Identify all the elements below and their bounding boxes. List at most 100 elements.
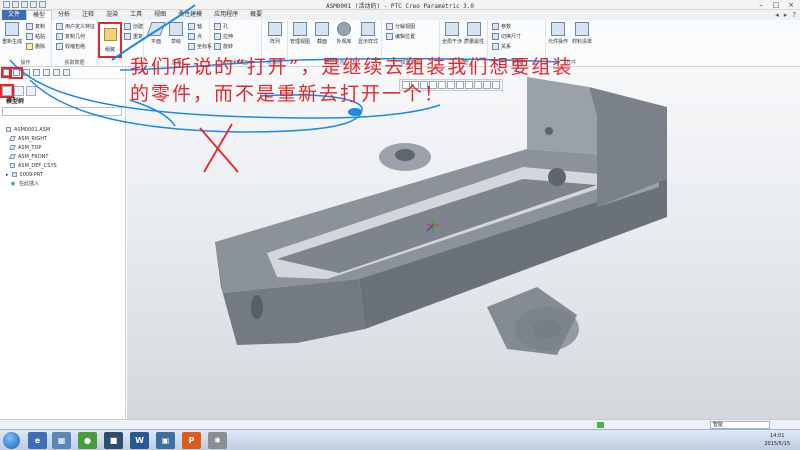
tab-analysis[interactable]: 分析: [52, 10, 76, 20]
explode-view-button[interactable]: 分解视图: [386, 23, 415, 30]
tab-model[interactable]: 模型: [26, 10, 53, 20]
axis-icon: [188, 23, 195, 30]
parameters-button[interactable]: 参数: [492, 23, 511, 30]
relations-icon: [492, 43, 499, 50]
tree-item-insert-here[interactable]: 在此插入: [6, 179, 57, 188]
tree-item-assembly[interactable]: ASM0001.ASM: [6, 125, 57, 134]
extrude-button[interactable]: 拉伸: [214, 33, 233, 40]
tree-item-asm-right[interactable]: ASM_RIGHT: [6, 134, 57, 143]
section-button[interactable]: 截面: [312, 22, 332, 45]
copy-geometry-icon: [56, 33, 63, 40]
plane-button[interactable]: 平面: [146, 22, 166, 45]
repeat-button[interactable]: 重复: [124, 33, 143, 40]
taskbar-explorer-icon[interactable]: ▦: [52, 432, 71, 449]
regenerate-button[interactable]: 重新生成: [2, 22, 22, 45]
minimize-icon[interactable]: –: [754, 0, 768, 9]
tab-applications[interactable]: 应用程序: [208, 10, 244, 20]
sketch-button[interactable]: 草绘: [166, 22, 186, 45]
create-button[interactable]: 创建: [124, 23, 143, 30]
tree-item-asm-top[interactable]: ASM_TOP: [6, 143, 57, 152]
arrow-right-icon[interactable]: ▸: [784, 11, 788, 19]
selection-filter[interactable]: 智能: [710, 421, 770, 429]
arrow-left-icon[interactable]: ◂: [775, 11, 779, 19]
shrinkwrap-button[interactable]: 收缩包络: [56, 43, 85, 50]
folder-browser-tab-icon[interactable]: [14, 86, 24, 96]
close-icon[interactable]: ×: [784, 0, 798, 9]
tab-summary[interactable]: 概要: [244, 10, 268, 20]
tab-file[interactable]: 文件: [2, 10, 27, 20]
csys-icon: [188, 43, 195, 50]
maximize-icon[interactable]: □: [769, 0, 783, 9]
window-title: ASM0001 (活动的) - PTC Creo Parametric 3.0: [325, 3, 475, 10]
taskbar-creo-icon[interactable]: ▣: [156, 432, 175, 449]
regen-status-icon: [597, 422, 604, 428]
switch-dimensions-button[interactable]: 切换尺寸: [492, 33, 521, 40]
assemble-icon: [104, 28, 117, 41]
taskbar-word-icon[interactable]: W: [130, 432, 149, 449]
mass-properties-button[interactable]: 质量属性: [464, 22, 484, 45]
revolve-icon: [214, 43, 221, 50]
manage-views-icon: [293, 22, 307, 36]
display-style-icon: [361, 22, 375, 36]
left-panel-tabs: [0, 84, 36, 98]
copy-button[interactable]: 复制: [26, 23, 45, 30]
datum-plane-icon: [9, 154, 16, 159]
model-tree-tab-icon[interactable]: [0, 84, 14, 98]
hole-icon: [214, 23, 221, 30]
window-icon[interactable]: [53, 69, 60, 76]
delete-button[interactable]: 删除: [26, 43, 45, 50]
taskbar-app-icon[interactable]: ■: [104, 432, 123, 449]
assemble-button[interactable]: 组装: [98, 22, 122, 58]
redo-icon[interactable]: [33, 69, 40, 76]
model-tree-filter[interactable]: [2, 107, 122, 116]
hole-button[interactable]: 孔: [214, 23, 228, 30]
component-operations-button[interactable]: 元件操作: [548, 22, 568, 45]
taskbar-powerpoint-icon[interactable]: P: [182, 432, 201, 449]
tree-item-asm-def-csys[interactable]: ASM_DEF_CSYS: [6, 161, 57, 170]
taskbar-clock[interactable]: 14:01 2015/5/15: [764, 432, 790, 448]
tab-flexible-modeling[interactable]: 柔性建模: [172, 10, 208, 20]
paste-button[interactable]: 粘贴: [26, 33, 45, 40]
part-model[interactable]: [127, 67, 800, 419]
regenerate-small-icon[interactable]: [43, 69, 50, 76]
taskbar-ie-icon[interactable]: e: [28, 432, 47, 449]
close-window-icon[interactable]: [63, 69, 70, 76]
copy-icon: [26, 23, 33, 30]
global-interference-button[interactable]: 全局干涉: [442, 22, 462, 45]
tab-render[interactable]: 渲染: [100, 10, 124, 20]
pattern-button[interactable]: 阵列: [265, 22, 285, 45]
display-style-button[interactable]: 显示样式: [358, 22, 378, 45]
create-icon: [124, 23, 131, 30]
relations-button[interactable]: 关系: [492, 43, 511, 50]
taskbar-media-icon[interactable]: ●: [78, 432, 97, 449]
appearance-icon: [337, 22, 351, 36]
undo-icon[interactable]: [23, 69, 30, 76]
taskbar-tool-icon[interactable]: ✱: [208, 432, 227, 449]
tab-view[interactable]: 视图: [148, 10, 172, 20]
regenerate-icon: [5, 22, 19, 36]
tree-item-asm-front[interactable]: ASM_FRONT: [6, 152, 57, 161]
csys-icon: [10, 163, 15, 168]
point-button[interactable]: 点: [188, 33, 202, 40]
copy-geometry-button[interactable]: 复制几何: [56, 33, 85, 40]
bill-of-materials-button[interactable]: 材料清单: [572, 22, 592, 45]
tab-tools[interactable]: 工具: [124, 10, 148, 20]
expand-icon[interactable]: ▸: [6, 172, 9, 178]
extrude-icon: [214, 33, 221, 40]
favorites-tab-icon[interactable]: [26, 86, 36, 96]
axis-button[interactable]: 轴: [188, 23, 202, 30]
revolve-button[interactable]: 旋转: [214, 43, 233, 50]
help-icon[interactable]: ?: [792, 11, 796, 19]
graphics-window[interactable]: [127, 67, 800, 419]
appearance-button[interactable]: 外观库: [334, 22, 354, 45]
start-button[interactable]: [3, 432, 20, 449]
csys-button[interactable]: 坐标系: [188, 43, 212, 50]
edit-position-button[interactable]: 编辑位置: [386, 33, 415, 40]
manage-views-button[interactable]: 管理视图: [290, 22, 310, 45]
tree-item-part[interactable]: ▸ 0009.PRT: [6, 170, 57, 179]
open-file-icon[interactable]: [1, 67, 12, 78]
udf-button[interactable]: 用户定义特征: [56, 23, 95, 30]
tab-annotate[interactable]: 注释: [76, 10, 100, 20]
point-icon: [188, 33, 195, 40]
save-file-icon[interactable]: [13, 69, 20, 76]
